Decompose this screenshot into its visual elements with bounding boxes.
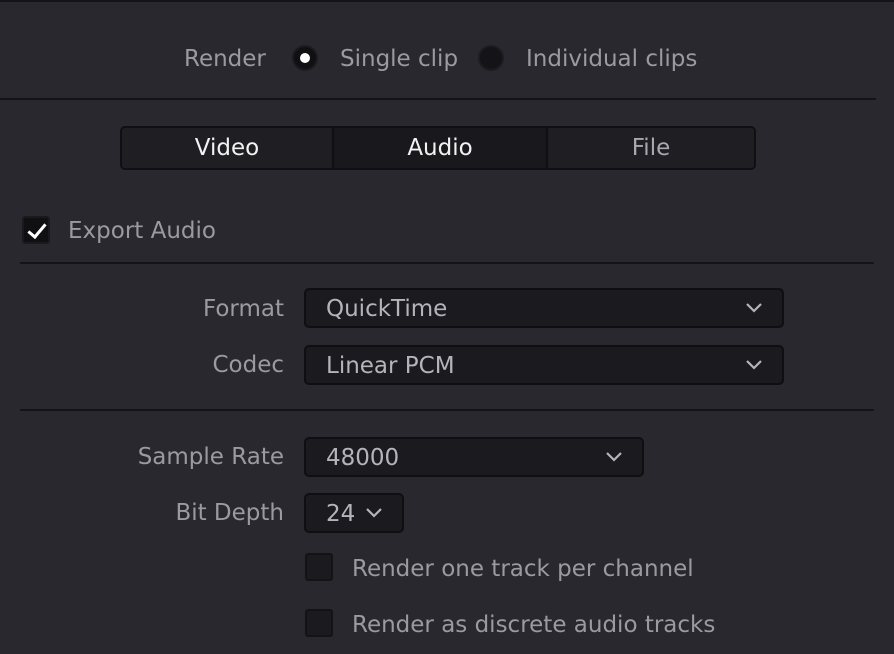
- chevron-down-icon: [604, 446, 624, 466]
- tab-file[interactable]: File: [546, 128, 754, 168]
- top-divider: [0, 0, 894, 2]
- format-dropdown[interactable]: QuickTime: [304, 288, 784, 328]
- chevron-down-icon: [364, 502, 384, 522]
- tab-video[interactable]: Video: [122, 128, 332, 168]
- render-mode-label: Render: [184, 46, 266, 72]
- export-audio-divider: [20, 262, 874, 264]
- single-clip-radio[interactable]: [292, 45, 318, 71]
- one-track-per-channel-checkbox[interactable]: [305, 553, 333, 581]
- render-section-divider: [0, 98, 876, 100]
- chevron-down-icon: [744, 297, 764, 317]
- bit-depth-label: Bit Depth: [175, 500, 284, 526]
- single-clip-label[interactable]: Single clip: [340, 44, 458, 74]
- bit-depth-value: 24: [326, 501, 356, 527]
- bit-depth-dropdown[interactable]: 24: [304, 493, 404, 533]
- sample-rate-dropdown[interactable]: 48000: [304, 437, 644, 477]
- codec-dropdown[interactable]: Linear PCM: [304, 345, 784, 385]
- sample-rate-label: Sample Rate: [137, 444, 284, 470]
- export-audio-checkbox[interactable]: [22, 216, 50, 244]
- format-value: QuickTime: [326, 296, 448, 322]
- codec-label: Codec: [212, 352, 284, 378]
- discrete-audio-tracks-checkbox[interactable]: [305, 609, 333, 637]
- tab-audio[interactable]: Audio: [332, 128, 546, 168]
- individual-clips-label[interactable]: Individual clips: [526, 44, 697, 74]
- codec-value: Linear PCM: [326, 353, 455, 379]
- settings-tab-bar: Video Audio File: [120, 126, 756, 170]
- discrete-audio-tracks-label[interactable]: Render as discrete audio tracks: [352, 610, 715, 640]
- individual-clips-radio[interactable]: [478, 45, 504, 71]
- sample-rate-value: 48000: [326, 445, 400, 471]
- chevron-down-icon: [744, 354, 764, 374]
- one-track-per-channel-label[interactable]: Render one track per channel: [352, 554, 694, 584]
- export-audio-label[interactable]: Export Audio: [68, 216, 216, 246]
- codec-section-divider: [20, 409, 874, 411]
- format-label: Format: [202, 296, 284, 322]
- audio-render-settings-panel: Render Single clip Individual clips Vide…: [0, 0, 894, 654]
